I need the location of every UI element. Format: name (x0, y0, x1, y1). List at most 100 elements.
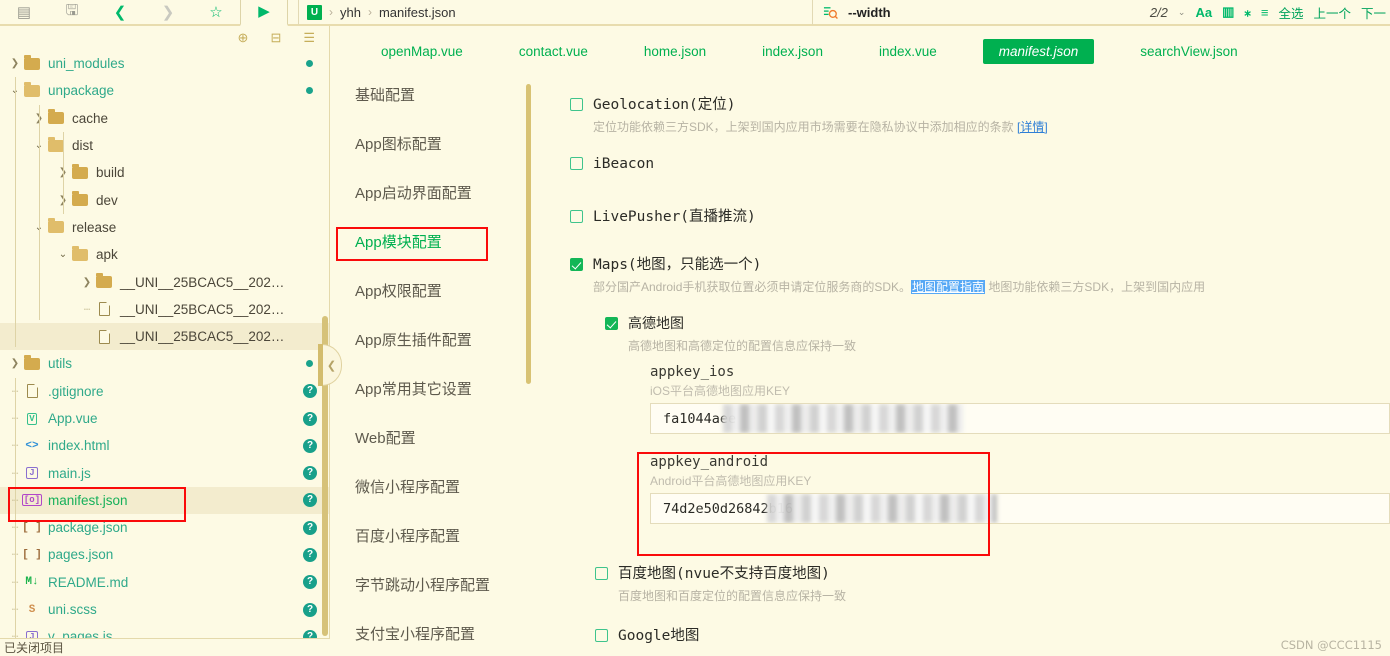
file-tree-item[interactable]: __UNI__25BCAC5__202… (0, 322, 329, 351)
appkey-ios-input[interactable]: fa1044aee (650, 403, 1390, 434)
collapse-all-icon[interactable]: ⊟ (270, 30, 281, 46)
file-tree-item[interactable]: ┄[ ]pages.json? (0, 541, 329, 568)
select-all-button[interactable]: 全选 (1278, 3, 1303, 22)
file-tree-item[interactable]: ┄Jmain.js? (0, 459, 329, 486)
expand-chevron-icon[interactable]: ❯ (80, 277, 94, 288)
file-tree-item[interactable]: ❯cache (0, 105, 329, 132)
editor-tab[interactable]: searchView.json (1130, 40, 1247, 63)
file-tree-item[interactable]: ┄M↓README.md? (0, 569, 329, 596)
baidu-map-row[interactable]: 百度地图(nvue不支持百度地图) (595, 567, 1295, 582)
file-tree-item-label: apk (96, 247, 118, 263)
maps-checkbox[interactable] (570, 258, 583, 271)
search-input[interactable]: --width (848, 5, 891, 20)
editor-tab[interactable]: openMap.vue (371, 40, 473, 63)
manifest-nav-item[interactable]: 微信小程序配置 (331, 462, 535, 511)
file-tree-item[interactable]: ❯ utils (0, 350, 329, 377)
modified-dot-icon (306, 360, 313, 368)
breadcrumb-file[interactable]: manifest.json (379, 5, 456, 20)
file-tree-item[interactable]: ⌄release (0, 214, 329, 241)
manifest-nav-item[interactable]: Web配置 (331, 413, 535, 462)
search-icon[interactable] (823, 5, 838, 20)
match-case-icon[interactable]: Aa (1195, 5, 1212, 20)
chevron-down-icon[interactable]: ⌄ (1178, 7, 1186, 18)
editor-tab[interactable]: contact.vue (509, 40, 598, 63)
manifest-nav-item[interactable]: App图标配置 (331, 119, 535, 168)
file-tree-item[interactable]: ❯ __UNI__25BCAC5__202… (0, 268, 329, 295)
expand-chevron-icon[interactable]: ❯ (8, 358, 22, 369)
file-tree-item[interactable]: ┄Jv_pages.js? (0, 623, 329, 638)
file-tree-item[interactable]: ❯build (0, 159, 329, 186)
amap-row[interactable]: 高德地图 (605, 317, 1385, 332)
regex-icon[interactable]: ⁎ (1244, 4, 1251, 20)
file-tree-item-label: index.html (48, 438, 110, 454)
file-tree-item[interactable]: ┄ __UNI__25BCAC5__202… (0, 296, 329, 323)
back-icon[interactable]: ❮ (96, 0, 144, 25)
forward-icon[interactable]: ❯ (144, 0, 192, 25)
git-untracked-badge-icon: ? (303, 629, 317, 638)
file-tree-item[interactable]: ⌄dist (0, 132, 329, 159)
collapse-chevron-icon[interactable]: ⌄ (56, 249, 70, 260)
html-file-icon: <> (25, 439, 39, 452)
locate-file-icon[interactable]: ⊕ (238, 30, 249, 46)
geolocation-checkbox[interactable] (570, 98, 583, 111)
editor-tab[interactable]: home.json (634, 40, 716, 63)
expand-chevron-icon[interactable]: ❯ (8, 58, 22, 69)
favorite-star-icon[interactable]: ☆ (192, 0, 240, 25)
ibeacon-label: iBeacon (593, 156, 655, 172)
editor-tab[interactable]: index.vue (869, 40, 947, 63)
geolocation-row[interactable]: Geolocation(定位) (570, 98, 1048, 113)
manifest-nav-item[interactable]: App常用其它设置 (331, 364, 535, 413)
file-tree-item[interactable]: ⌄ apk (0, 241, 329, 268)
geolocation-detail-link[interactable]: [详情] (1017, 120, 1048, 134)
manifest-nav-item[interactable]: App原生插件配置 (331, 315, 535, 364)
file-tree-item-label: v_pages.js (48, 629, 113, 638)
appkey-android-redacted-mask (767, 494, 997, 523)
livepusher-row[interactable]: LivePusher(直播推流) (570, 210, 756, 225)
file-tree-item-label: pages.json (48, 547, 114, 563)
terminal-icon[interactable]: ▤ (0, 0, 48, 25)
save-icon[interactable]: 🖫 (48, 0, 96, 25)
breadcrumb-project[interactable]: yhh (340, 5, 361, 20)
file-tree-item[interactable]: ❯ uni_modules (0, 50, 329, 77)
file-tree-item[interactable]: ┄Suni.scss? (0, 596, 329, 623)
file-tree-item[interactable]: ┄<>index.html? (0, 432, 329, 459)
file-tree-item-label: __UNI__25BCAC5__202… (120, 274, 285, 290)
baidu-map-checkbox[interactable] (595, 567, 608, 580)
maps-row[interactable]: Maps(地图，只能选一个) (570, 258, 1390, 273)
file-tree-item[interactable]: ┄.gitignore? (0, 378, 329, 405)
maps-config-guide-link[interactable]: 地图配置指南 (911, 280, 986, 294)
manifest-nav-item[interactable]: 支付宝小程序配置 (331, 609, 535, 656)
manifest-nav-item[interactable]: App启动界面配置 (331, 168, 535, 217)
file-tree-item-label: README.md (48, 574, 129, 590)
geolocation-label: Geolocation(定位) (593, 97, 736, 113)
google-map-checkbox[interactable] (595, 629, 608, 642)
manifest-nav-item[interactable]: 基础配置 (331, 70, 535, 119)
file-tree-item[interactable]: ┄VApp.vue? (0, 405, 329, 432)
in-selection-icon[interactable]: ≡ (1261, 5, 1269, 20)
next-match-button[interactable]: 下一 (1361, 3, 1386, 22)
manifest-nav-item[interactable]: 字节跳动小程序配置 (331, 560, 535, 609)
tree-menu-icon[interactable]: ☰ (303, 30, 315, 46)
editor-tab[interactable]: index.json (752, 40, 833, 63)
livepusher-checkbox[interactable] (570, 210, 583, 223)
file-tree-item[interactable]: ┄[o]manifest.json? (0, 486, 329, 515)
manifest-nav-item[interactable]: App权限配置 (331, 266, 535, 315)
field-appkey-android: appkey_android Android平台高德地图应用KEY 74d2e5… (650, 454, 1390, 524)
midnav-scrollbar[interactable] (526, 84, 531, 384)
ibeacon-row[interactable]: iBeacon (570, 157, 654, 172)
watermark: CSDN @CCC1115 (1280, 638, 1382, 652)
prev-match-button[interactable]: 上一个 (1313, 3, 1351, 22)
google-map-row[interactable]: Google地图 (595, 629, 699, 644)
file-tree-item[interactable]: ⌄unpackage (0, 77, 329, 104)
manifest-nav-item[interactable]: 百度小程序配置 (331, 511, 535, 560)
whole-word-icon[interactable]: ▥ (1222, 4, 1234, 20)
editor-tab[interactable]: manifest.json (982, 38, 1095, 64)
appkey-android-input[interactable]: 74d2e50d26842b16 (650, 493, 1390, 524)
file-tree-item[interactable]: ❯dev (0, 186, 329, 213)
file-tree-item[interactable]: ┄[ ]package.json? (0, 514, 329, 541)
run-icon[interactable]: ▶ (240, 0, 288, 26)
folder-icon (70, 191, 90, 207)
amap-checkbox[interactable] (605, 317, 618, 330)
ibeacon-checkbox[interactable] (570, 157, 583, 170)
manifest-nav-item[interactable]: App模块配置 (331, 217, 535, 266)
